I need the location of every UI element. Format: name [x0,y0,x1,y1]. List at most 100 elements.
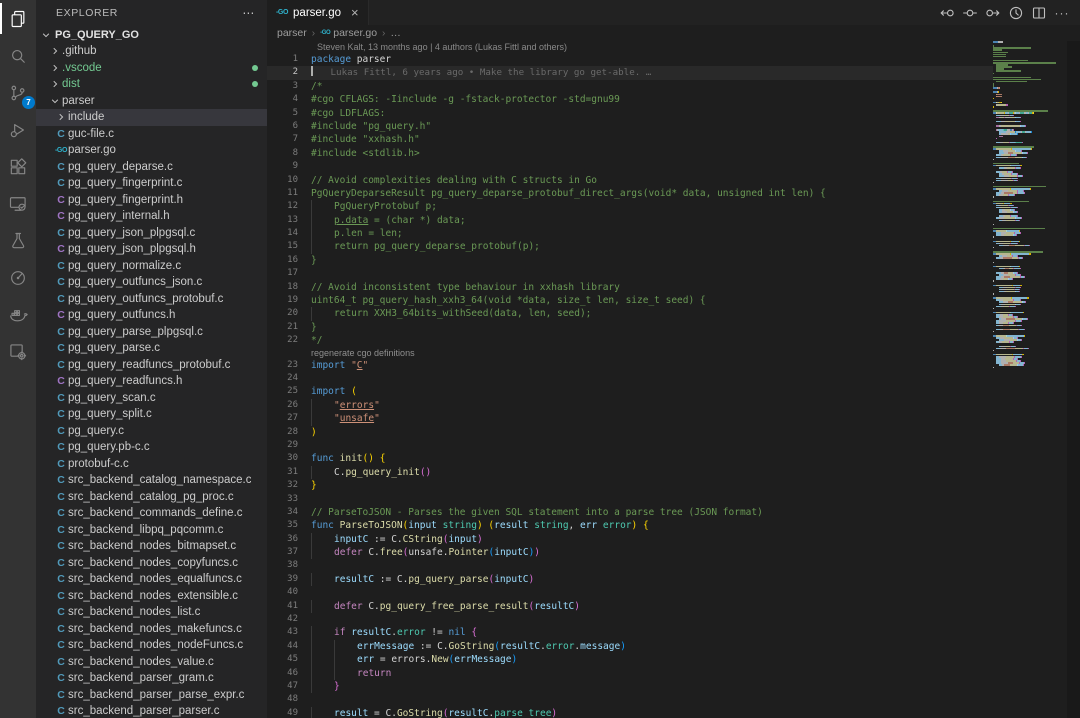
file-history-icon[interactable] [1006,2,1026,24]
line-number[interactable]: 15 [267,240,298,253]
code-line-text[interactable]: return [298,667,391,680]
line-number[interactable]: 5 [267,107,298,120]
tree-item-src-backend-catalog-pg-proc-c[interactable]: Csrc_backend_catalog_pg_proc.c [36,489,267,506]
line-number[interactable]: 33 [267,493,298,506]
tree-item-github[interactable]: .github [36,43,267,60]
code-line-text[interactable]: result = C.GoString(resultC.parse_tree) [298,707,557,718]
code-line-text[interactable]: } [298,254,317,267]
line-number[interactable]: 36 [267,533,298,546]
tab-close-icon[interactable]: × [351,6,359,19]
activity-bar-item-gitlens-icon[interactable] [0,259,36,296]
code-line-text[interactable]: package parser [298,53,391,66]
scrollbar-track[interactable] [1067,41,1080,718]
tree-item-src-backend-nodes-bitmapset-c[interactable]: Csrc_backend_nodes_bitmapset.c [36,538,267,555]
line-number[interactable]: 41 [267,600,298,613]
activity-bar-item-extensions-icon[interactable] [0,148,36,185]
code-line-text[interactable]: PgQueryDeparseResult pg_query_deparse_pr… [298,187,826,200]
code-line-text[interactable] [298,559,311,572]
line-number[interactable]: 11 [267,187,298,200]
tree-item-pg-query-c[interactable]: Cpg_query.c [36,423,267,440]
line-number[interactable]: 40 [267,586,298,599]
explorer-more-actions-icon[interactable]: ⋯ [242,6,255,20]
code-line-text[interactable]: p.len = len; [298,227,403,240]
code-line-text[interactable]: } [298,479,317,492]
code-line-text[interactable]: /* [298,80,322,93]
line-number[interactable]: 9 [267,160,298,173]
code-line-text[interactable] [298,372,311,385]
activity-bar-item-remote-explorer-icon[interactable] [0,185,36,222]
line-number[interactable]: 2 [267,66,298,79]
tree-item-parser[interactable]: parser [36,93,267,110]
tree-item-pg-query-readfuncs-protobuf-c[interactable]: Cpg_query_readfuncs_protobuf.c [36,357,267,374]
tree-item-src-backend-nodes-extensible-c[interactable]: Csrc_backend_nodes_extensible.c [36,588,267,605]
code-line-text[interactable] [298,693,311,706]
line-number[interactable]: 20 [267,307,298,320]
tab-parser-go[interactable]: -GO parser.go × [267,0,369,25]
line-number[interactable]: 39 [267,573,298,586]
code-line-text[interactable]: // Avoid inconsistent type behaviour in … [298,281,620,294]
tree-item-pg-query-outfuncs-json-c[interactable]: Cpg_query_outfuncs_json.c [36,274,267,291]
codelens-regenerate-cgo[interactable]: regenerate cgo definitions [267,348,993,359]
line-number[interactable]: 29 [267,439,298,452]
line-number[interactable]: 4 [267,93,298,106]
code-line-text[interactable]: #include "pg_query.h" [298,120,431,133]
line-number[interactable]: 14 [267,227,298,240]
minimap[interactable] [993,41,1067,718]
open-changes-next-icon[interactable] [983,2,1003,24]
line-number[interactable]: 42 [267,613,298,626]
tree-item-pg-query-fingerprint-c[interactable]: Cpg_query_fingerprint.c [36,175,267,192]
tree-item-include[interactable]: include [36,109,267,126]
line-number[interactable]: 21 [267,321,298,334]
code-line-text[interactable]: #cgo LDFLAGS: [298,107,385,120]
tree-item-pg-query-parse-plpgsql-c[interactable]: Cpg_query_parse_plpgsql.c [36,324,267,341]
line-number[interactable]: 30 [267,452,298,465]
code-line-text[interactable]: PgQueryProtobuf p; [298,200,437,213]
code-line-text[interactable]: errMessage := C.GoString(resultC.error.m… [298,640,626,653]
line-number[interactable]: 7 [267,133,298,146]
code-line-text[interactable]: func init() { [298,452,385,465]
line-number[interactable]: 13 [267,214,298,227]
line-number[interactable]: 28 [267,426,298,439]
code-line-text[interactable]: #cgo CFLAGS: -Iinclude -g -fstack-protec… [298,93,620,106]
code-line-text[interactable]: p.data = (char *) data; [298,214,466,227]
breadcrumb-item-[interactable]: … [390,27,401,39]
tree-item-dist[interactable]: dist [36,76,267,93]
tree-root-pg-query-go[interactable]: PG_QUERY_GO [36,26,267,43]
tree-item-src-backend-nodes-value-c[interactable]: Csrc_backend_nodes_value.c [36,654,267,671]
git-blame-codelens[interactable]: Steven Kalt, 13 months ago | 4 authors (… [267,41,993,53]
line-number[interactable]: 31 [267,466,298,479]
tree-item-guc-file-c[interactable]: Cguc-file.c [36,126,267,143]
code-line-text[interactable]: return pg_query_deparse_protobuf(p); [298,240,540,253]
code-line-text[interactable]: defer C.pg_query_free_parse_result(resul… [298,600,580,613]
code-line-text[interactable]: C.pg_query_init() [298,466,431,479]
line-number[interactable]: 27 [267,412,298,425]
line-number[interactable]: 35 [267,519,298,532]
tree-item-src-backend-nodes-makefuncs-c[interactable]: Csrc_backend_nodes_makefuncs.c [36,621,267,638]
tree-item-pg-query-outfuncs-h[interactable]: Cpg_query_outfuncs.h [36,307,267,324]
line-number[interactable]: 18 [267,281,298,294]
line-number[interactable]: 46 [267,667,298,680]
line-number[interactable]: 44 [267,640,298,653]
breadcrumb-item-parser-go[interactable]: -GOparser.go [320,27,377,39]
tree-item-pg-query-pb-c-c[interactable]: Cpg_query.pb-c.c [36,439,267,456]
code-line-text[interactable]: resultC := C.pg_query_parse(inputC) [298,573,534,586]
tree-item-protobuf-c-c[interactable]: Cprotobuf-c.c [36,456,267,473]
more-actions-icon[interactable]: ··· [1052,2,1072,24]
tree-item-parser-go[interactable]: -GOparser.go [36,142,267,159]
tree-item-pg-query-deparse-c[interactable]: Cpg_query_deparse.c [36,159,267,176]
line-number[interactable]: 1 [267,53,298,66]
code-line-text[interactable] [298,493,311,506]
tree-item-pg-query-readfuncs-h[interactable]: Cpg_query_readfuncs.h [36,373,267,390]
code-line-text[interactable] [298,586,311,599]
code-line-text[interactable]: if resultC.error != nil { [298,626,477,639]
code-line-text[interactable]: uint64_t pg_query_hash_xxh3_64(void *dat… [298,294,706,307]
activity-bar-item-testing-icon[interactable] [0,222,36,259]
activity-bar-item-project-manager-icon[interactable] [0,333,36,370]
code-line-text[interactable]: */ [298,334,322,347]
line-number[interactable]: 6 [267,120,298,133]
line-number[interactable]: 45 [267,653,298,666]
code-line-text[interactable] [298,613,311,626]
line-number[interactable]: 23 [267,359,298,372]
tree-item-src-backend-parser-gram-c[interactable]: Csrc_backend_parser_gram.c [36,670,267,687]
tree-item-src-backend-parser-parser-c[interactable]: Csrc_backend_parser_parser.c [36,703,267,718]
